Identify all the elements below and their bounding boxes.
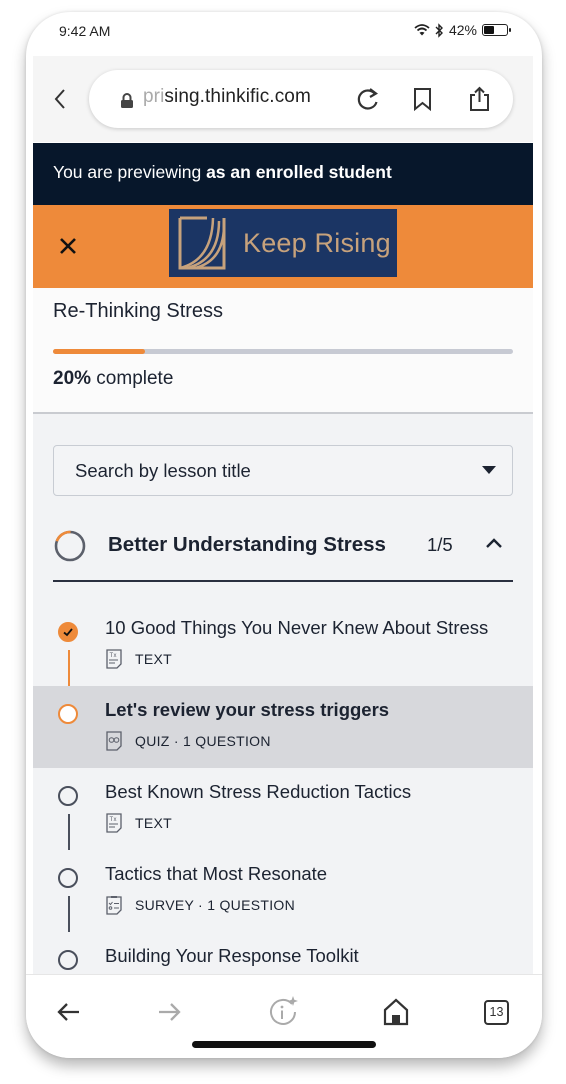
phone-frame: 9:42 AM 42% prising.thinkific.com You ar… <box>26 12 542 1058</box>
page-info-icon[interactable] <box>266 995 300 1029</box>
quiz-lesson-icon <box>106 731 122 751</box>
status-bar: 9:42 AM 42% <box>26 12 542 52</box>
chapter-lesson-count: 1/5 <box>427 534 453 555</box>
share-icon[interactable] <box>467 85 493 113</box>
course-header-bar: Keep Rising <box>33 205 533 286</box>
battery-percent: 42% <box>448 22 477 38</box>
lesson-status-not-started <box>58 868 78 888</box>
lesson-status-current <box>58 704 78 724</box>
lesson-title: Best Known Stress Reduction Tactics <box>105 781 412 802</box>
back-arrow-icon[interactable] <box>54 997 84 1027</box>
brand-name: Keep Rising <box>243 227 391 258</box>
lesson-meta: Tx TEXT <box>105 813 172 833</box>
preview-banner-emphasis: as an enrolled student <box>206 162 392 182</box>
preview-banner: You are previewing as an enrolled studen… <box>33 143 533 205</box>
progress-percent: 20% <box>53 368 92 389</box>
bookmark-icon[interactable] <box>410 85 436 113</box>
close-icon[interactable] <box>57 235 79 257</box>
progress-bar-fill <box>53 349 145 354</box>
battery-icon <box>482 24 511 36</box>
text-lesson-icon: Tx <box>106 813 122 833</box>
home-indicator[interactable] <box>192 1041 376 1048</box>
course-progress-panel: Re-Thinking Stress 20% complete <box>33 286 533 414</box>
lesson-type: SURVEY · 1 QUESTION <box>135 897 296 913</box>
address-bar[interactable]: prising.thinkific.com <box>89 70 513 128</box>
lesson-title: 10 Good Things You Never Knew About Stre… <box>105 617 489 638</box>
chevron-up-icon[interactable] <box>485 537 503 549</box>
reload-icon[interactable] <box>355 85 381 113</box>
svg-text:Tx: Tx <box>110 817 117 823</box>
preview-banner-prefix: You are previewing <box>53 162 207 182</box>
lesson-item[interactable]: Best Known Stress Reduction Tactics Tx T… <box>33 768 533 850</box>
status-time: 9:42 AM <box>59 23 111 39</box>
lesson-meta: QUIZ · 1 QUESTION <box>105 731 271 751</box>
lesson-type: TEXT <box>135 651 172 667</box>
logo-mark-icon <box>178 216 226 270</box>
battery-level <box>484 26 495 34</box>
course-title: Re-Thinking Stress <box>53 300 224 322</box>
lesson-item[interactable]: 10 Good Things You Never Knew About Stre… <box>33 604 533 686</box>
brand-logo: Keep Rising <box>169 209 397 277</box>
chapter-progress-ring-icon <box>54 530 86 562</box>
lesson-status-not-started <box>58 950 78 970</box>
search-placeholder: Search by lesson title <box>75 460 251 481</box>
lesson-type: QUIZ · 1 QUESTION <box>135 733 271 749</box>
lesson-title: Building Your Response Toolkit <box>105 945 359 966</box>
progress-suffix: complete <box>91 368 174 389</box>
wifi-icon <box>414 24 430 36</box>
checkmark-icon <box>63 628 73 637</box>
lesson-status-completed <box>58 622 78 642</box>
url-text[interactable]: prising.thinkific.com <box>143 86 311 108</box>
forward-arrow-icon[interactable] <box>154 997 184 1027</box>
url-faded-prefix: pri <box>143 86 165 107</box>
lesson-title: Let's review your stress triggers <box>105 699 390 720</box>
svg-text:Tx: Tx <box>110 653 117 659</box>
lesson-type: TEXT <box>135 815 172 831</box>
status-icons: 42% <box>414 22 511 38</box>
curriculum-panel: Search by lesson title Better Understand… <box>33 414 533 984</box>
progress-bar <box>53 349 513 354</box>
home-icon[interactable] <box>381 997 411 1027</box>
url-domain: sing.thinkific.com <box>164 86 311 107</box>
text-lesson-icon: Tx <box>106 649 122 669</box>
lesson-status-not-started <box>58 786 78 806</box>
bluetooth-icon <box>435 22 443 38</box>
chapter-title: Better Understanding Stress <box>108 533 386 556</box>
back-chevron-icon[interactable] <box>51 86 71 112</box>
survey-lesson-icon <box>106 896 122 915</box>
lesson-meta: Tx TEXT <box>105 649 172 669</box>
progress-label: 20% complete <box>53 368 173 390</box>
chapter-header[interactable]: Better Understanding Stress 1/5 <box>53 524 513 582</box>
lesson-search-dropdown[interactable]: Search by lesson title <box>53 445 513 496</box>
browser-toolbar: prising.thinkific.com <box>33 56 533 142</box>
caret-down-icon <box>482 466 496 474</box>
lock-icon <box>121 93 133 108</box>
browser-bottom-nav: 13 <box>26 974 542 1058</box>
tabs-count-button[interactable]: 13 <box>484 1000 509 1025</box>
lesson-title: Tactics that Most Resonate <box>105 863 328 884</box>
lesson-item-current[interactable]: Let's review your stress triggers QUIZ ·… <box>33 686 533 768</box>
lesson-meta: SURVEY · 1 QUESTION <box>105 895 295 915</box>
lesson-item[interactable]: Tactics that Most Resonate SURVEY · 1 QU… <box>33 850 533 932</box>
